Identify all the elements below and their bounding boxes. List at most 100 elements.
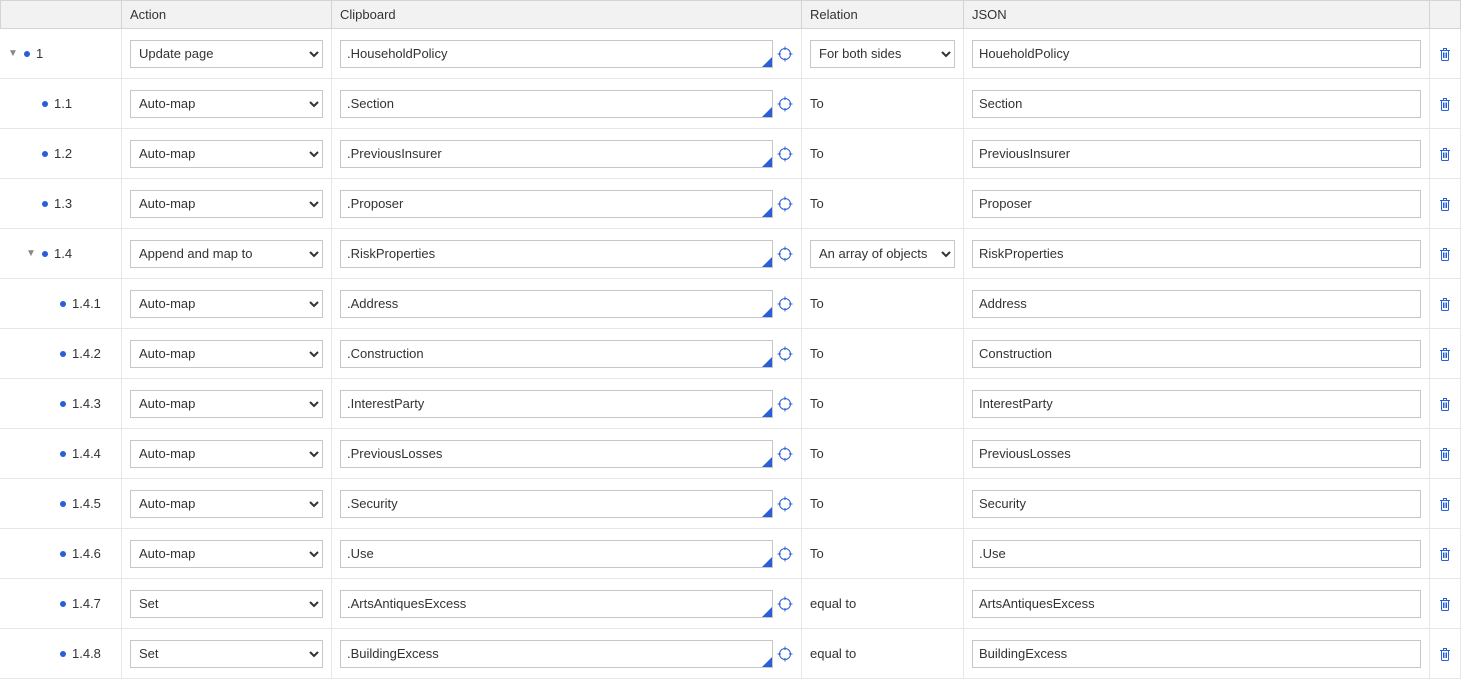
json-input[interactable] bbox=[972, 390, 1421, 418]
trash-icon[interactable] bbox=[1437, 146, 1453, 162]
action-select[interactable]: Auto-map bbox=[130, 390, 323, 418]
row-number: 1.4.2 bbox=[72, 346, 101, 361]
action-select[interactable]: Auto-map bbox=[130, 290, 323, 318]
clipboard-input[interactable] bbox=[340, 540, 773, 568]
clipboard-input[interactable] bbox=[340, 390, 773, 418]
action-select[interactable]: Set bbox=[130, 590, 323, 618]
crosshair-icon[interactable] bbox=[777, 246, 793, 262]
relation-cell: equal to bbox=[802, 579, 964, 629]
crosshair-icon[interactable] bbox=[777, 196, 793, 212]
trash-icon[interactable] bbox=[1437, 196, 1453, 212]
tree-cell: ▶1.4.4 bbox=[0, 429, 122, 479]
trash-icon[interactable] bbox=[1437, 96, 1453, 112]
json-input[interactable] bbox=[972, 140, 1421, 168]
delete-cell bbox=[1430, 29, 1461, 79]
action-select[interactable]: Auto-map bbox=[130, 190, 323, 218]
relation-text: To bbox=[810, 346, 824, 361]
crosshair-icon[interactable] bbox=[777, 446, 793, 462]
relation-select[interactable]: An array of objects bbox=[810, 240, 955, 268]
action-cell: Set bbox=[122, 629, 332, 679]
bullet-icon bbox=[60, 601, 66, 607]
clipboard-input[interactable] bbox=[340, 440, 773, 468]
trash-icon[interactable] bbox=[1437, 646, 1453, 662]
clipboard-input[interactable] bbox=[340, 340, 773, 368]
json-cell bbox=[964, 229, 1430, 279]
row-number: 1.4.6 bbox=[72, 546, 101, 561]
relation-cell: For both sides bbox=[802, 29, 964, 79]
row-number: 1.4.3 bbox=[72, 396, 101, 411]
json-input[interactable] bbox=[972, 490, 1421, 518]
row-number: 1.2 bbox=[54, 146, 72, 161]
crosshair-icon[interactable] bbox=[777, 146, 793, 162]
trash-icon[interactable] bbox=[1437, 496, 1453, 512]
trash-icon[interactable] bbox=[1437, 346, 1453, 362]
relation-text: To bbox=[810, 296, 824, 311]
delete-cell bbox=[1430, 229, 1461, 279]
bullet-icon bbox=[42, 201, 48, 207]
trash-icon[interactable] bbox=[1437, 596, 1453, 612]
json-input[interactable] bbox=[972, 540, 1421, 568]
json-cell bbox=[964, 629, 1430, 679]
json-input[interactable] bbox=[972, 190, 1421, 218]
delete-cell bbox=[1430, 429, 1461, 479]
trash-icon[interactable] bbox=[1437, 46, 1453, 62]
action-select[interactable]: Auto-map bbox=[130, 90, 323, 118]
crosshair-icon[interactable] bbox=[777, 346, 793, 362]
bullet-icon bbox=[60, 301, 66, 307]
row-number: 1.4 bbox=[54, 246, 72, 261]
crosshair-icon[interactable] bbox=[777, 596, 793, 612]
json-input[interactable] bbox=[972, 590, 1421, 618]
clipboard-input[interactable] bbox=[340, 640, 773, 668]
relation-cell: To bbox=[802, 79, 964, 129]
json-cell bbox=[964, 129, 1430, 179]
crosshair-icon[interactable] bbox=[777, 396, 793, 412]
action-select[interactable]: Auto-map bbox=[130, 540, 323, 568]
crosshair-icon[interactable] bbox=[777, 46, 793, 62]
tree-cell: ▶1.3 bbox=[0, 179, 122, 229]
clipboard-input[interactable] bbox=[340, 590, 773, 618]
json-input[interactable] bbox=[972, 290, 1421, 318]
relation-text: To bbox=[810, 546, 824, 561]
crosshair-icon[interactable] bbox=[777, 646, 793, 662]
action-select[interactable]: Auto-map bbox=[130, 340, 323, 368]
json-cell bbox=[964, 379, 1430, 429]
action-select[interactable]: Set bbox=[130, 640, 323, 668]
json-input[interactable] bbox=[972, 340, 1421, 368]
clipboard-input[interactable] bbox=[340, 240, 773, 268]
clipboard-input[interactable] bbox=[340, 190, 773, 218]
bullet-icon bbox=[60, 501, 66, 507]
trash-icon[interactable] bbox=[1437, 296, 1453, 312]
clipboard-input[interactable] bbox=[340, 490, 773, 518]
action-select[interactable]: Append and map to bbox=[130, 240, 323, 268]
delete-cell bbox=[1430, 329, 1461, 379]
expand-toggle-icon[interactable]: ▼ bbox=[26, 249, 36, 259]
action-select[interactable]: Auto-map bbox=[130, 440, 323, 468]
crosshair-icon[interactable] bbox=[777, 496, 793, 512]
trash-icon[interactable] bbox=[1437, 396, 1453, 412]
action-select[interactable]: Update page bbox=[130, 40, 323, 68]
json-input[interactable] bbox=[972, 240, 1421, 268]
relation-select[interactable]: For both sides bbox=[810, 40, 955, 68]
trash-icon[interactable] bbox=[1437, 446, 1453, 462]
bullet-icon bbox=[60, 451, 66, 457]
crosshair-icon[interactable] bbox=[777, 96, 793, 112]
action-select[interactable]: Auto-map bbox=[130, 490, 323, 518]
tree-cell: ▶1.4.8 bbox=[0, 629, 122, 679]
relation-text: To bbox=[810, 496, 824, 511]
action-select[interactable]: Auto-map bbox=[130, 140, 323, 168]
trash-icon[interactable] bbox=[1437, 246, 1453, 262]
clipboard-input[interactable] bbox=[340, 140, 773, 168]
json-input[interactable] bbox=[972, 440, 1421, 468]
clipboard-input[interactable] bbox=[340, 290, 773, 318]
json-input[interactable] bbox=[972, 640, 1421, 668]
clipboard-input[interactable] bbox=[340, 40, 773, 68]
relation-text: equal to bbox=[810, 646, 856, 661]
json-input[interactable] bbox=[972, 90, 1421, 118]
crosshair-icon[interactable] bbox=[777, 296, 793, 312]
crosshair-icon[interactable] bbox=[777, 546, 793, 562]
expand-toggle-icon[interactable]: ▼ bbox=[8, 49, 18, 59]
mapping-grid: Action Clipboard Relation JSON ▼1Update … bbox=[0, 0, 1461, 679]
clipboard-input[interactable] bbox=[340, 90, 773, 118]
trash-icon[interactable] bbox=[1437, 546, 1453, 562]
json-input[interactable] bbox=[972, 40, 1421, 68]
